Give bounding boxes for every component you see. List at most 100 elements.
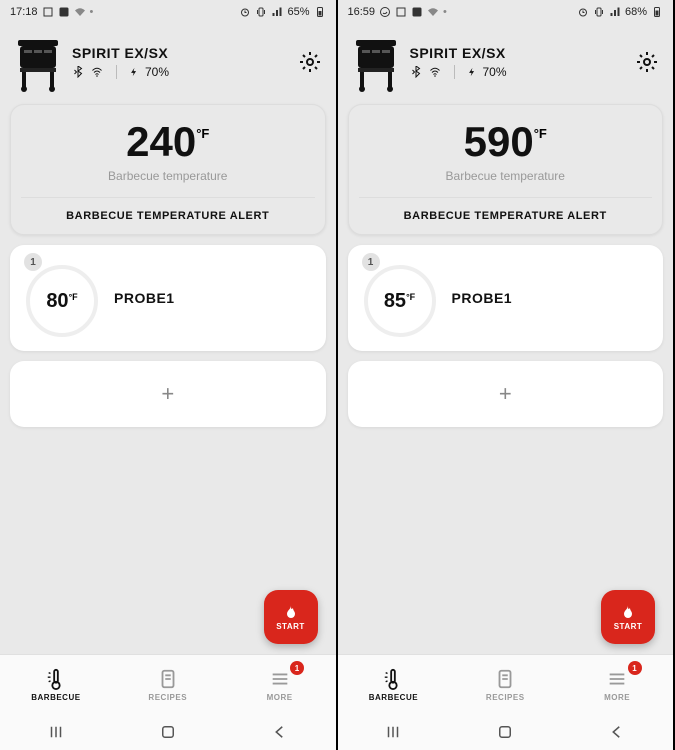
tab-label: MORE [604, 693, 630, 702]
bolt-icon [467, 65, 477, 79]
flame-icon [620, 604, 636, 620]
probe-card[interactable]: 1 85°F PROBE1 [348, 245, 664, 351]
vibrate-icon [593, 6, 605, 18]
status-nfc-icon [42, 6, 54, 18]
device-name: SPIRIT EX/SX [72, 45, 288, 61]
probe-number-badge: 1 [362, 253, 380, 271]
device-header: SPIRIT EX/SX 70% [0, 24, 336, 94]
status-bar: 17:18 • 65% [0, 0, 336, 24]
recipe-icon [157, 668, 179, 690]
battery-icon [651, 6, 663, 18]
probe-temp-unit: °F [69, 292, 78, 302]
nav-back[interactable] [267, 719, 293, 745]
status-battery-pct: 65% [287, 6, 309, 18]
thermometer-icon [382, 668, 404, 690]
flame-icon [283, 604, 299, 620]
nav-back[interactable] [604, 719, 630, 745]
bluetooth-icon [72, 66, 84, 78]
probe-number-badge: 1 [24, 253, 42, 271]
recipe-icon [494, 668, 516, 690]
android-nav-bar [338, 714, 674, 750]
status-time: 16:59 [348, 6, 376, 18]
phone-screen-left: 17:18 • 65% SPIRIT EX/SX 70% [0, 0, 338, 750]
status-time: 17:18 [10, 6, 38, 18]
status-app-icon [411, 6, 423, 18]
status-battery-pct: 68% [625, 6, 647, 18]
bbq-temp-card[interactable]: 590°F Barbecue temperature BARBECUE TEMP… [348, 104, 664, 235]
alarm-icon [239, 6, 251, 18]
start-button[interactable]: START [601, 590, 655, 644]
tab-label: RECIPES [148, 693, 187, 702]
probe-temp-value: 85 [384, 290, 406, 312]
bbq-temp-unit: °F [196, 126, 209, 141]
probe-temp-unit: °F [406, 292, 415, 302]
status-wifi-icon [427, 6, 439, 18]
add-probe-button[interactable]: + [10, 361, 326, 427]
bbq-temp-card[interactable]: 240°F Barbecue temperature BARBECUE TEMP… [10, 104, 326, 235]
tab-label: BARBECUE [369, 693, 418, 702]
start-button[interactable]: START [264, 590, 318, 644]
status-nfc-icon [395, 6, 407, 18]
tab-label: BARBECUE [31, 693, 80, 702]
device-battery: 70% [483, 65, 507, 79]
signal-icon [271, 6, 283, 18]
bbq-temp-alert-button[interactable]: BARBECUE TEMPERATURE ALERT [21, 197, 315, 234]
bluetooth-icon [410, 66, 422, 78]
nav-recents[interactable] [43, 719, 69, 745]
menu-icon [269, 668, 291, 690]
tab-recipes[interactable]: RECIPES [112, 655, 224, 714]
probe-card[interactable]: 1 80°F PROBE1 [10, 245, 326, 351]
gear-icon[interactable] [298, 50, 322, 74]
battery-icon [314, 6, 326, 18]
tab-label: RECIPES [486, 693, 525, 702]
status-whatsapp-icon [379, 6, 391, 18]
device-name: SPIRIT EX/SX [410, 45, 626, 61]
nav-home[interactable] [155, 719, 181, 745]
bolt-icon [129, 65, 139, 79]
tab-label: MORE [267, 693, 293, 702]
bbq-temp-value: 240 [126, 118, 196, 165]
bbq-temp-label: Barbecue temperature [21, 169, 315, 183]
wifi-icon [428, 66, 442, 78]
tab-more[interactable]: 1 MORE [224, 655, 336, 714]
tab-bar: BARBECUE RECIPES 1 MORE [338, 654, 674, 714]
status-wifi-icon [74, 6, 86, 18]
bbq-temp-unit: °F [534, 126, 547, 141]
vibrate-icon [255, 6, 267, 18]
device-status-row: 70% [72, 65, 288, 79]
status-bar: 16:59 • 68% [338, 0, 674, 24]
device-header: SPIRIT EX/SX 70% [338, 24, 674, 94]
add-probe-button[interactable]: + [348, 361, 664, 427]
grill-image [352, 32, 400, 92]
status-app-icon [58, 6, 70, 18]
tab-bar: BARBECUE RECIPES 1 MORE [0, 654, 336, 714]
android-nav-bar [0, 714, 336, 750]
status-dots: • [90, 6, 94, 18]
gear-icon[interactable] [635, 50, 659, 74]
status-dots: • [443, 6, 447, 18]
more-badge: 1 [628, 661, 642, 675]
bbq-temp-label: Barbecue temperature [359, 169, 653, 183]
probe-name: PROBE1 [452, 290, 513, 306]
tab-barbecue[interactable]: BARBECUE [338, 655, 450, 714]
probe-temp-value: 80 [46, 290, 68, 312]
bbq-temp-value: 590 [464, 118, 534, 165]
nav-home[interactable] [492, 719, 518, 745]
device-status-row: 70% [410, 65, 626, 79]
phone-screen-right: 16:59 • 68% SPIRIT EX/SX 70% [338, 0, 675, 750]
probe-ring: 85°F [364, 265, 436, 337]
alarm-icon [577, 6, 589, 18]
device-battery: 70% [145, 65, 169, 79]
menu-icon [606, 668, 628, 690]
grill-image [14, 32, 62, 92]
probe-ring: 80°F [26, 265, 98, 337]
start-label: START [614, 622, 643, 631]
tab-barbecue[interactable]: BARBECUE [0, 655, 112, 714]
thermometer-icon [45, 668, 67, 690]
plus-icon: + [499, 381, 512, 406]
signal-icon [609, 6, 621, 18]
tab-recipes[interactable]: RECIPES [449, 655, 561, 714]
nav-recents[interactable] [380, 719, 406, 745]
tab-more[interactable]: 1 MORE [561, 655, 673, 714]
bbq-temp-alert-button[interactable]: BARBECUE TEMPERATURE ALERT [359, 197, 653, 234]
